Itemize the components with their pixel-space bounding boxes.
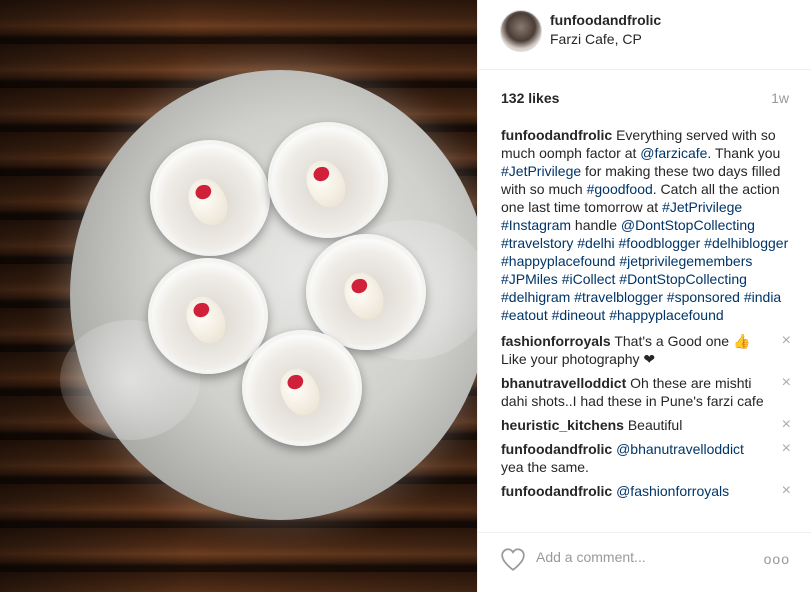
comment-item: bhanutravelloddict Oh these are mishti d… bbox=[501, 374, 791, 410]
hashtag-link[interactable]: #jetprivilegemembers bbox=[619, 253, 752, 269]
post-header: funfoodandfrolic Farzi Cafe, CP bbox=[478, 0, 811, 70]
comments-list: funfoodandfrolic Everything served with … bbox=[501, 126, 791, 506]
hashtag-link[interactable]: #goodfood bbox=[587, 181, 653, 197]
hashtag-link[interactable]: #dineout bbox=[552, 307, 606, 323]
hashtag-link[interactable]: #eatout bbox=[501, 307, 548, 323]
post-author-username[interactable]: funfoodandfrolic bbox=[550, 12, 661, 28]
comment-text: yea the same. bbox=[501, 459, 589, 475]
delete-comment-icon[interactable]: × bbox=[782, 416, 791, 434]
hashtag-link[interactable]: #foodblogger bbox=[619, 235, 701, 251]
instagram-post: funfoodandfrolic Farzi Cafe, CP 132 like… bbox=[0, 0, 811, 592]
comment-username[interactable]: funfoodandfrolic bbox=[501, 483, 612, 499]
hashtag-link[interactable]: #JetPrivilege bbox=[501, 163, 581, 179]
comment-username[interactable]: bhanutravelloddict bbox=[501, 375, 626, 391]
hashtag-link[interactable]: #happyplacefound bbox=[609, 307, 723, 323]
hashtag-link[interactable]: #Instagram bbox=[501, 217, 571, 233]
hashtag-link[interactable]: #happyplacefound bbox=[501, 253, 615, 269]
hashtag-link[interactable]: #DontStopCollecting bbox=[619, 271, 747, 287]
comment-text: Beautiful bbox=[623, 417, 683, 433]
hashtag-link[interactable]: #delhiblogger bbox=[704, 235, 788, 251]
caption-username[interactable]: funfoodandfrolic bbox=[501, 127, 612, 143]
mention-link[interactable]: @fashionforroyals bbox=[616, 483, 729, 499]
comment-item: funfoodandfrolic @bhanutravelloddict yea… bbox=[501, 440, 791, 476]
hashtag-link[interactable]: #JPMiles bbox=[501, 271, 558, 287]
delete-comment-icon[interactable]: × bbox=[782, 482, 791, 500]
comment-item: funfoodandfrolic @fashionforroyals × bbox=[501, 482, 791, 500]
add-comment-input[interactable]: Add a comment... bbox=[536, 549, 646, 565]
hashtag-link[interactable]: #sponsored bbox=[667, 289, 740, 305]
delete-comment-icon[interactable]: × bbox=[782, 374, 791, 392]
cup bbox=[150, 140, 270, 256]
mention-link[interactable]: @bhanutravelloddict bbox=[616, 441, 744, 457]
heart-icon[interactable] bbox=[500, 547, 526, 571]
cup bbox=[306, 234, 426, 350]
likes-count[interactable]: 132 likes bbox=[501, 90, 559, 106]
post-photo[interactable] bbox=[0, 0, 477, 592]
hashtag-link[interactable]: #travelstory bbox=[501, 235, 573, 251]
hashtag-link[interactable]: #JetPrivilege bbox=[662, 199, 742, 215]
mention-link[interactable]: @DontStopCollecting bbox=[621, 217, 755, 233]
avatar[interactable] bbox=[500, 10, 542, 52]
more-options-icon[interactable]: ooo bbox=[764, 551, 790, 567]
comment-item: fashionforroyals That's a Good one 👍 Lik… bbox=[501, 332, 791, 368]
cup bbox=[242, 330, 362, 446]
delete-comment-icon[interactable]: × bbox=[782, 332, 791, 350]
comment-item: heuristic_kitchens Beautiful × bbox=[501, 416, 791, 434]
delete-comment-icon[interactable]: × bbox=[782, 440, 791, 458]
mention-link[interactable]: @farzicafe bbox=[640, 145, 707, 161]
hashtag-link[interactable]: #india bbox=[744, 289, 781, 305]
cup bbox=[268, 122, 388, 238]
comment-username[interactable]: funfoodandfrolic bbox=[501, 441, 612, 457]
comment-username[interactable]: fashionforroyals bbox=[501, 333, 611, 349]
post-sidebar: funfoodandfrolic Farzi Cafe, CP 132 like… bbox=[477, 0, 811, 592]
caption: funfoodandfrolic Everything served with … bbox=[501, 127, 789, 323]
comment-footer: Add a comment... ooo bbox=[478, 532, 811, 592]
hashtag-link[interactable]: #delhigram bbox=[501, 289, 570, 305]
post-time[interactable]: 1w bbox=[771, 90, 789, 106]
hashtag-link[interactable]: #iCollect bbox=[562, 271, 616, 287]
post-location[interactable]: Farzi Cafe, CP bbox=[550, 31, 642, 47]
hashtag-link[interactable]: #delhi bbox=[577, 235, 614, 251]
comment-username[interactable]: heuristic_kitchens bbox=[501, 417, 624, 433]
hashtag-link[interactable]: #travelblogger bbox=[574, 289, 663, 305]
